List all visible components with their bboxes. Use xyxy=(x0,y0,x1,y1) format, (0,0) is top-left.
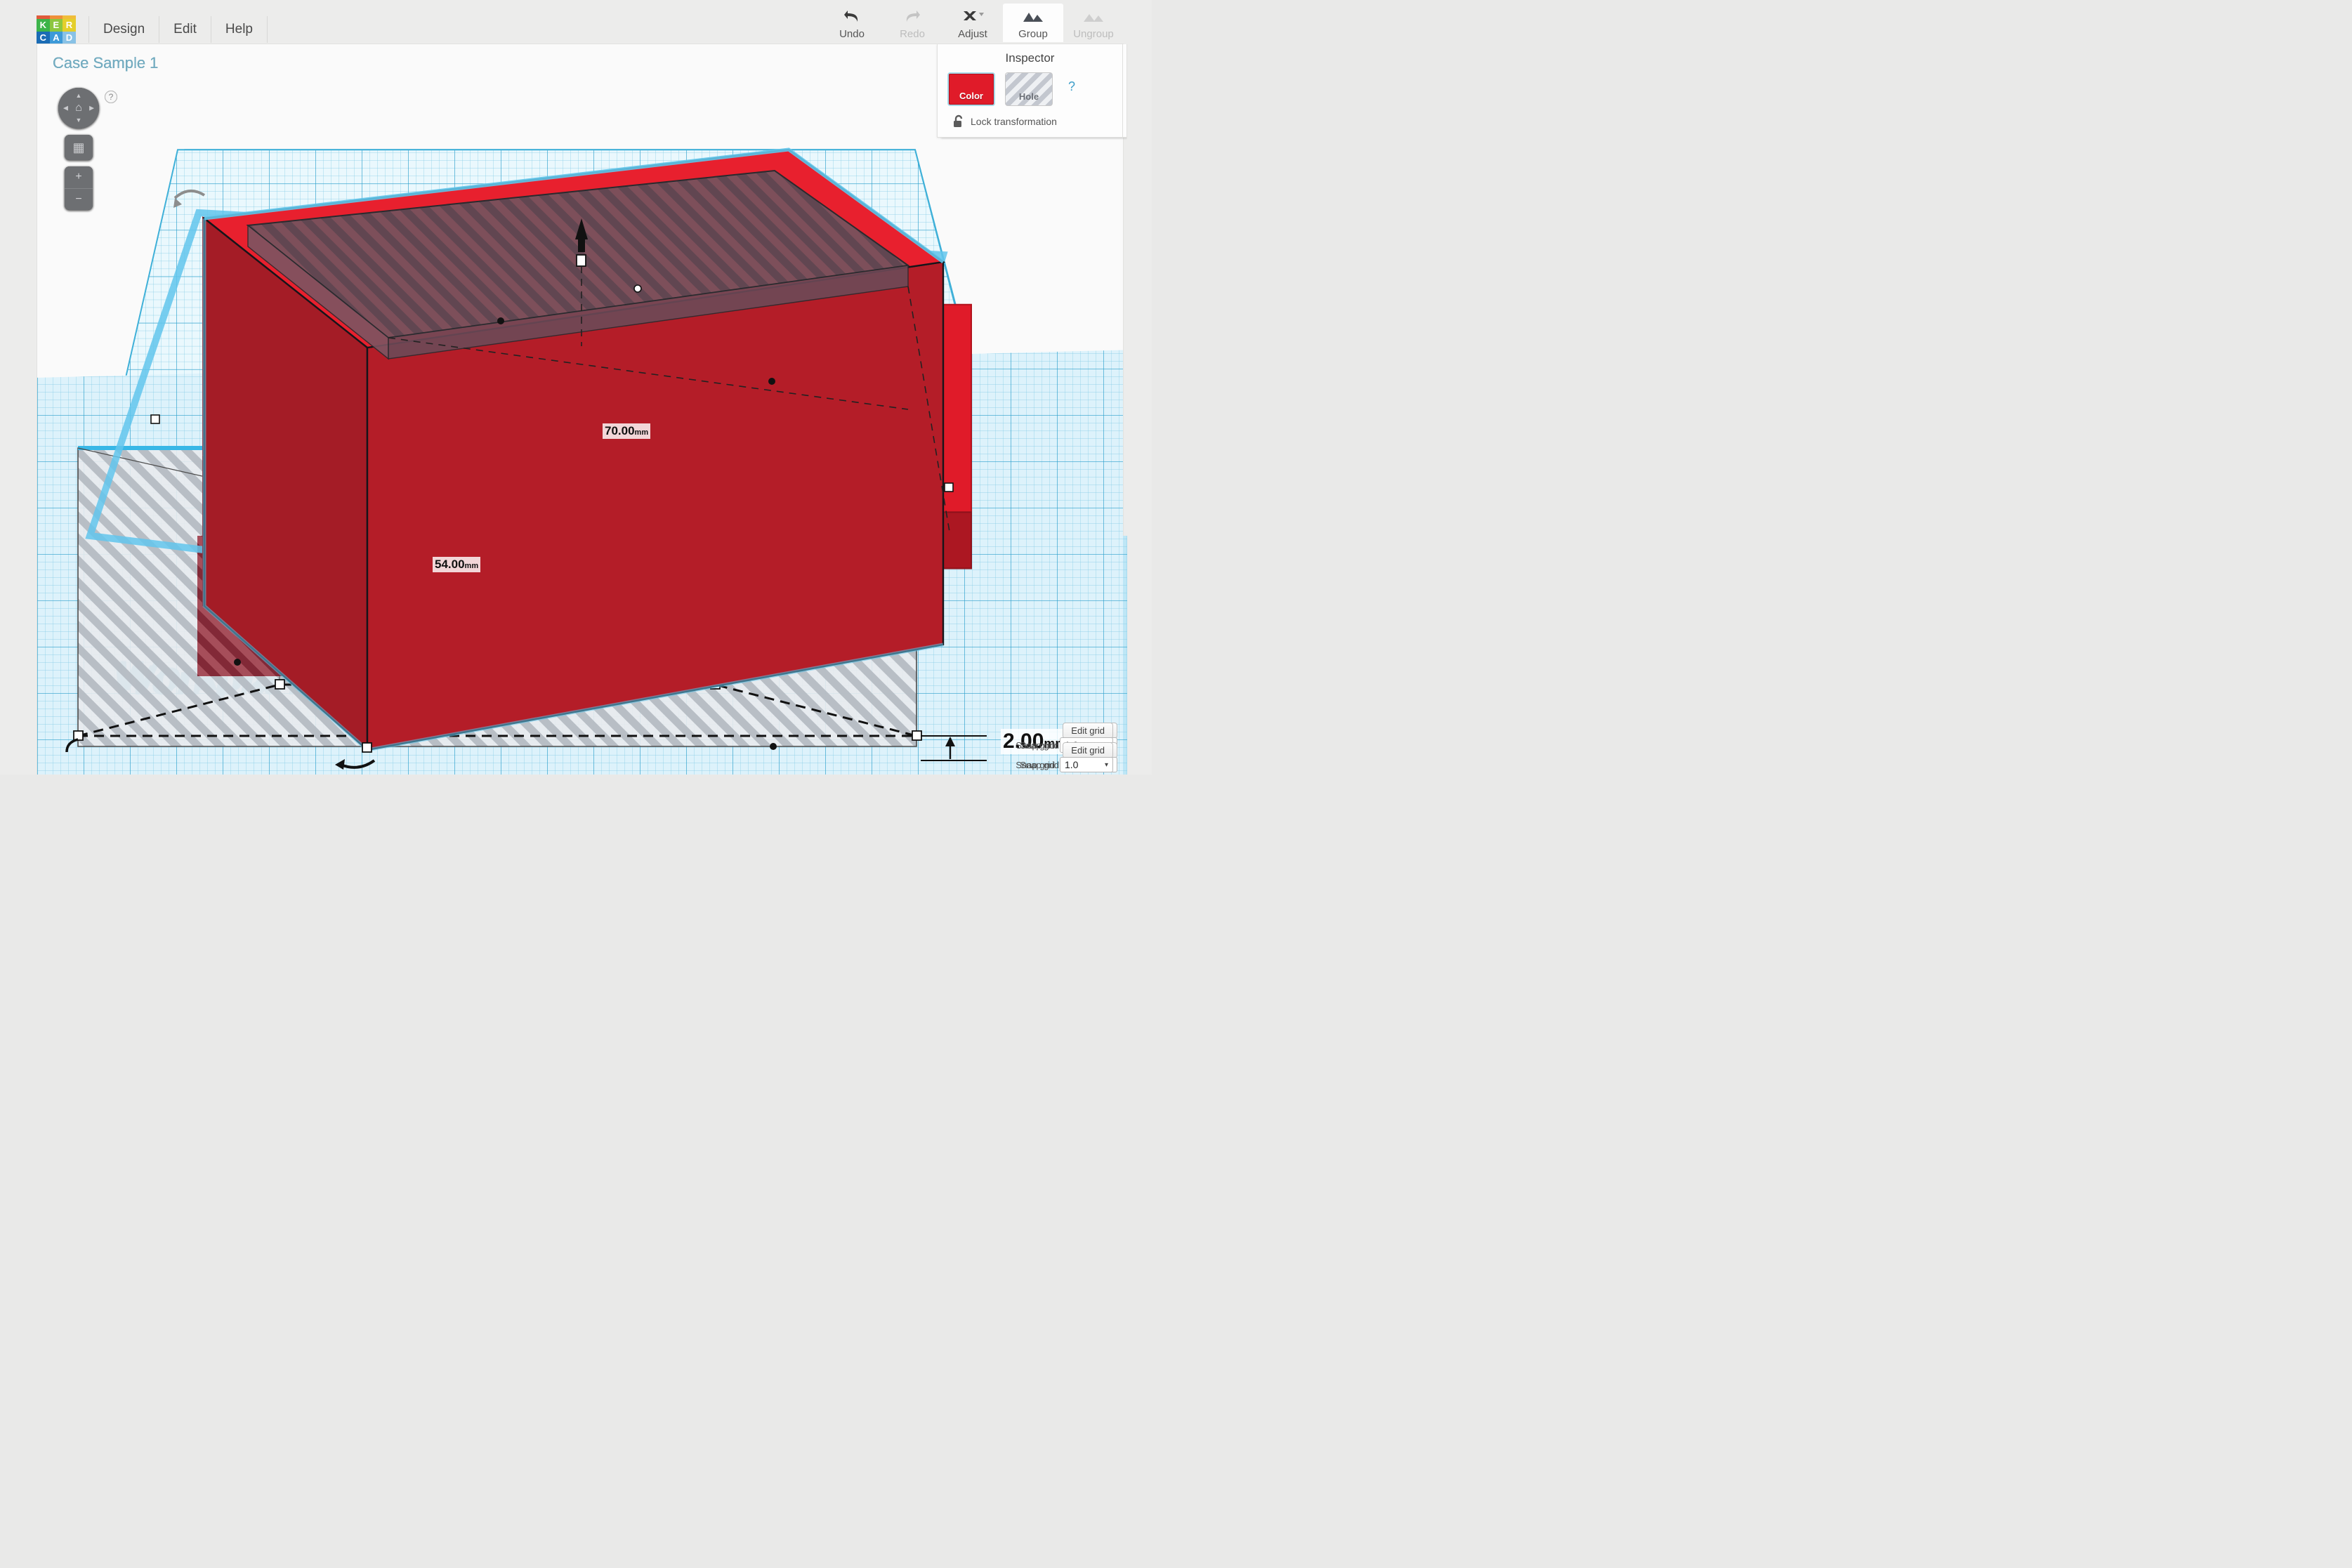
logo-tile-k: K xyxy=(37,19,50,32)
lock-transformation-row[interactable]: Lock transformation xyxy=(938,106,1122,129)
snap-grid-value: 1.0 xyxy=(1065,759,1079,770)
group-icon xyxy=(1003,6,1063,27)
logo-row-top: K E R xyxy=(37,19,76,32)
zoom-in-button[interactable]: + xyxy=(65,166,93,189)
nav-arrow-down-icon[interactable]: ▼ xyxy=(76,117,82,124)
unlocked-padlock-icon xyxy=(954,114,963,127)
logo-tile-e: E xyxy=(49,19,63,32)
group-label: Group xyxy=(1018,28,1048,40)
nav-pad[interactable]: ▲ ▼ ◀ ▶ ⌂ xyxy=(58,88,99,129)
logo-tile-a: A xyxy=(49,32,63,44)
ungroup-button[interactable]: Ungroup xyxy=(1063,4,1124,42)
snap-grid-row: Snap grid 1.0 ▾ xyxy=(1016,757,1113,772)
nav-arrow-up-icon[interactable]: ▲ xyxy=(76,93,82,99)
edit-grid-button[interactable]: Edit grid xyxy=(1063,723,1113,739)
view-navigation-widget-4[interactable]: ▲ ▼ ◀ ▶ ⌂ ? ▦ + − xyxy=(58,88,117,210)
redo-icon xyxy=(882,6,942,27)
adjust-button[interactable]: Adjust xyxy=(942,4,1003,42)
undo-label: Undo xyxy=(839,28,865,40)
menu-item-design[interactable]: Design xyxy=(88,16,160,43)
edit-grid-button[interactable]: Edit grid xyxy=(1063,742,1113,758)
canvas-4[interactable]: Case Sample 1 ▲ ▼ ◀ ▶ ⌂ ? ▦ + − Inspecto… xyxy=(37,44,1124,775)
inspector-help-icon[interactable]: ? xyxy=(1068,79,1075,94)
undo-icon xyxy=(822,6,882,27)
hole-swatch-label: Hole xyxy=(1018,91,1039,102)
redo-label: Redo xyxy=(900,28,925,40)
logo-tile-c: C xyxy=(37,32,50,44)
group-button[interactable]: Group xyxy=(1003,4,1063,42)
snap-grid-label: Snap grid xyxy=(1016,739,1055,751)
nav-help-icon[interactable]: ? xyxy=(105,91,117,103)
inspector-panel-4: Inspector Color Hole ? Lock transformati… xyxy=(937,44,1123,138)
home-icon[interactable]: ⌂ xyxy=(75,103,82,114)
ungroup-label: Ungroup xyxy=(1073,28,1114,40)
menu-item-edit[interactable]: Edit xyxy=(159,16,211,43)
menu-items-4: Design Edit Help xyxy=(88,15,268,44)
logo-tile-r: R xyxy=(63,19,76,32)
snap-grid-label: Snap grid xyxy=(1016,759,1055,770)
zoom-out-button[interactable]: − xyxy=(65,189,93,211)
page-title: Case Sample 1 xyxy=(53,54,159,72)
lock-transformation-label: Lock transformation xyxy=(971,116,1057,127)
viewport-3d-4[interactable] xyxy=(37,44,1123,775)
nav-arrow-right-icon[interactable]: ▶ xyxy=(89,105,94,112)
tinkercad-logo-4[interactable]: K E R C A D xyxy=(37,15,76,44)
snap-grid-select[interactable]: 1.0 ▾ xyxy=(1060,757,1113,772)
inspector-swatch-row: Color Hole ? xyxy=(938,72,1122,106)
width-dimension-label: 54.00mm xyxy=(433,557,481,572)
redo-button[interactable]: Redo xyxy=(882,4,942,42)
menu-item-help[interactable]: Help xyxy=(211,16,268,43)
chevron-down-icon: ▾ xyxy=(1104,760,1108,769)
adjust-icon xyxy=(942,6,1003,27)
toolbar-4: Undo Redo Adjust Group Ungroup xyxy=(822,4,1124,42)
height-dimension-label: 70.00mm xyxy=(603,423,651,439)
adjust-label: Adjust xyxy=(958,28,987,40)
screenshot-grid: K E R C A D Design Edit Help xyxy=(0,0,2352,1568)
tinkercad-window-4: K E R C A D Design Edit Help Undo Redo A… xyxy=(0,0,1148,775)
hole-swatch-button[interactable]: Hole xyxy=(1005,72,1053,106)
nav-arrow-left-icon[interactable]: ◀ xyxy=(63,105,68,112)
ungroup-icon xyxy=(1063,6,1124,27)
logo-tile-d: D xyxy=(63,32,76,44)
view-cube-icon[interactable]: ▦ xyxy=(65,135,93,160)
logo-row-bottom: C A D xyxy=(37,32,76,44)
zoom-controls[interactable]: + − xyxy=(65,166,93,210)
grouped-case-box[interactable] xyxy=(37,44,1123,775)
undo-button[interactable]: Undo xyxy=(822,4,882,42)
menubar-4: K E R C A D Design Edit Help Undo Redo A… xyxy=(0,0,1148,44)
color-swatch-label: Color xyxy=(959,91,983,101)
color-swatch-button[interactable]: Color xyxy=(947,72,995,106)
inspector-title: Inspector xyxy=(1005,51,1055,65)
